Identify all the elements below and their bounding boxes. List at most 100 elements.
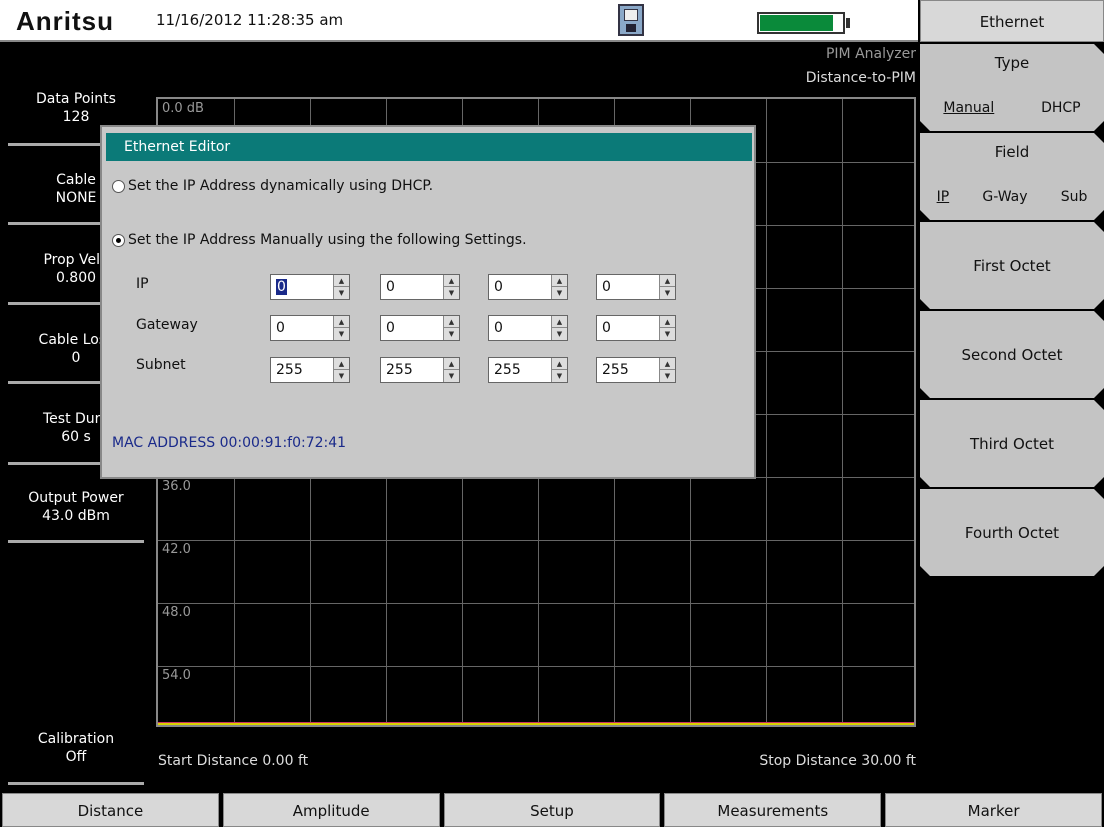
manual-radio-option[interactable]: Set the IP Address Manually using the fo… <box>112 232 527 248</box>
menu-title: Ethernet <box>920 0 1104 42</box>
tab-distance[interactable]: Distance <box>2 793 219 827</box>
spin-up-icon[interactable]: ▲ <box>660 358 675 370</box>
start-distance: Start Distance 0.00 ft <box>158 753 309 769</box>
grid-line <box>766 99 767 725</box>
spin-up-icon[interactable]: ▲ <box>552 275 567 287</box>
spin-up-icon[interactable]: ▲ <box>552 316 567 328</box>
spinner[interactable]: ▲ ▼ <box>333 275 349 299</box>
spin-up-icon[interactable]: ▲ <box>660 275 675 287</box>
spinner[interactable]: ▲ ▼ <box>443 275 459 299</box>
grid-line <box>842 99 843 725</box>
tab-marker[interactable]: Marker <box>885 793 1102 827</box>
radio-button-manual[interactable] <box>112 233 125 247</box>
spin-up-icon[interactable]: ▲ <box>444 316 459 328</box>
dhcp-option-label: Set the IP Address dynamically using DHC… <box>128 178 434 194</box>
gateway-octet-2[interactable]: 0 ▲ ▼ <box>380 315 460 341</box>
spin-up-icon[interactable]: ▲ <box>444 275 459 287</box>
gateway-row-label: Gateway <box>136 317 198 333</box>
battery-tip <box>846 18 850 28</box>
spin-down-icon[interactable]: ▼ <box>552 287 567 299</box>
spin-down-icon[interactable]: ▼ <box>552 370 567 382</box>
spin-down-icon[interactable]: ▼ <box>660 328 675 340</box>
spin-down-icon[interactable]: ▼ <box>660 287 675 299</box>
spinner[interactable]: ▲ ▼ <box>443 316 459 340</box>
tab-measurements[interactable]: Measurements <box>664 793 882 827</box>
gateway-octet-4[interactable]: 0 ▲ ▼ <box>596 315 676 341</box>
spin-up-icon[interactable]: ▲ <box>334 316 349 328</box>
ip-octet-2[interactable]: 0 ▲ ▼ <box>380 274 460 300</box>
divider <box>8 540 144 543</box>
ip-octet-4[interactable]: 0 ▲ ▼ <box>596 274 676 300</box>
grid-line <box>158 603 914 604</box>
spinner[interactable]: ▲ ▼ <box>333 316 349 340</box>
softkey-label: Field <box>994 143 1030 161</box>
spin-up-icon[interactable]: ▲ <box>444 358 459 370</box>
softkey-first-octet[interactable]: First Octet <box>920 222 1104 309</box>
spin-up-icon[interactable]: ▲ <box>334 358 349 370</box>
ip-octet-1[interactable]: 0 ▲ ▼ <box>270 274 350 300</box>
y-axis-label: 54.0 <box>162 668 191 683</box>
y-axis-label: 0.0 dB <box>162 101 204 116</box>
spin-up-icon[interactable]: ▲ <box>334 275 349 287</box>
field-option-ip: IP <box>936 189 950 205</box>
spinner[interactable]: ▲ ▼ <box>659 275 675 299</box>
spin-down-icon[interactable]: ▼ <box>444 370 459 382</box>
param-value: 128 <box>62 109 90 125</box>
spinner[interactable]: ▲ ▼ <box>551 358 567 382</box>
spin-down-icon[interactable]: ▼ <box>334 287 349 299</box>
spin-down-icon[interactable]: ▼ <box>334 370 349 382</box>
field-option-gateway: G-Way <box>982 189 1028 205</box>
softkey-label: Fourth Octet <box>964 523 1060 542</box>
spin-up-icon[interactable]: ▲ <box>660 316 675 328</box>
param-label: Output Power <box>28 490 124 506</box>
spin-down-icon[interactable]: ▼ <box>552 328 567 340</box>
manual-option-label: Set the IP Address Manually using the fo… <box>128 232 527 248</box>
ethernet-editor-dialog: Ethernet Editor Set the IP Address dynam… <box>100 125 756 479</box>
softkey-type[interactable]: Type Manual DHCP <box>920 44 1104 131</box>
softkey-field[interactable]: Field IP G-Way Sub <box>920 133 1104 220</box>
softkey-fourth-octet[interactable]: Fourth Octet <box>920 489 1104 576</box>
param-label: Calibration <box>37 731 115 747</box>
gateway-octet-1[interactable]: 0 ▲ ▼ <box>270 315 350 341</box>
radio-button-dhcp[interactable] <box>112 179 125 193</box>
softkey-third-octet[interactable]: Third Octet <box>920 400 1104 487</box>
dialog-title: Ethernet Editor <box>106 133 752 161</box>
spinner[interactable]: ▲ ▼ <box>333 358 349 382</box>
stop-distance: Stop Distance 30.00 ft <box>759 753 916 769</box>
status-bar: Anritsu 11/16/2012 11:28:35 am <box>0 0 918 42</box>
field-option-subnet: Sub <box>1060 189 1088 205</box>
battery-fill <box>760 15 833 31</box>
spinner[interactable]: ▲ ▼ <box>551 316 567 340</box>
spin-down-icon[interactable]: ▼ <box>334 328 349 340</box>
gateway-octet-3[interactable]: 0 ▲ ▼ <box>488 315 568 341</box>
battery-indicator <box>757 12 845 34</box>
spinner[interactable]: ▲ ▼ <box>443 358 459 382</box>
tab-amplitude[interactable]: Amplitude <box>222 793 440 827</box>
mac-address: MAC ADDRESS 00:00:91:f0:72:41 <box>112 435 347 451</box>
octet-value: 0 <box>276 279 287 295</box>
spinner[interactable]: ▲ ▼ <box>551 275 567 299</box>
subnet-octet-3[interactable]: 255 ▲ ▼ <box>488 357 568 383</box>
subnet-octet-1[interactable]: 255 ▲ ▼ <box>270 357 350 383</box>
spin-down-icon[interactable]: ▼ <box>444 287 459 299</box>
spin-up-icon[interactable]: ▲ <box>552 358 567 370</box>
spinner[interactable]: ▲ ▼ <box>659 358 675 382</box>
param-data-points[interactable]: Data Points 128 <box>8 90 144 126</box>
dhcp-radio-option[interactable]: Set the IP Address dynamically using DHC… <box>112 178 433 194</box>
grid-line <box>158 666 914 667</box>
param-output-power[interactable]: Output Power 43.0 dBm <box>8 489 144 525</box>
tab-setup[interactable]: Setup <box>443 793 661 827</box>
subnet-octet-2[interactable]: 255 ▲ ▼ <box>380 357 460 383</box>
softkey-second-octet[interactable]: Second Octet <box>920 311 1104 398</box>
spinner[interactable]: ▲ ▼ <box>659 316 675 340</box>
subnet-octet-4[interactable]: 255 ▲ ▼ <box>596 357 676 383</box>
softkey-label: First Octet <box>973 256 1051 275</box>
spin-down-icon[interactable]: ▼ <box>444 328 459 340</box>
octet-value: 255 <box>602 362 629 378</box>
spin-down-icon[interactable]: ▼ <box>660 370 675 382</box>
y-axis-label: 42.0 <box>162 542 191 557</box>
param-calibration[interactable]: Calibration Off <box>8 730 144 766</box>
measurement-trace <box>158 722 914 725</box>
ip-octet-3[interactable]: 0 ▲ ▼ <box>488 274 568 300</box>
measurement-name: Distance-to-PIM <box>805 70 916 86</box>
